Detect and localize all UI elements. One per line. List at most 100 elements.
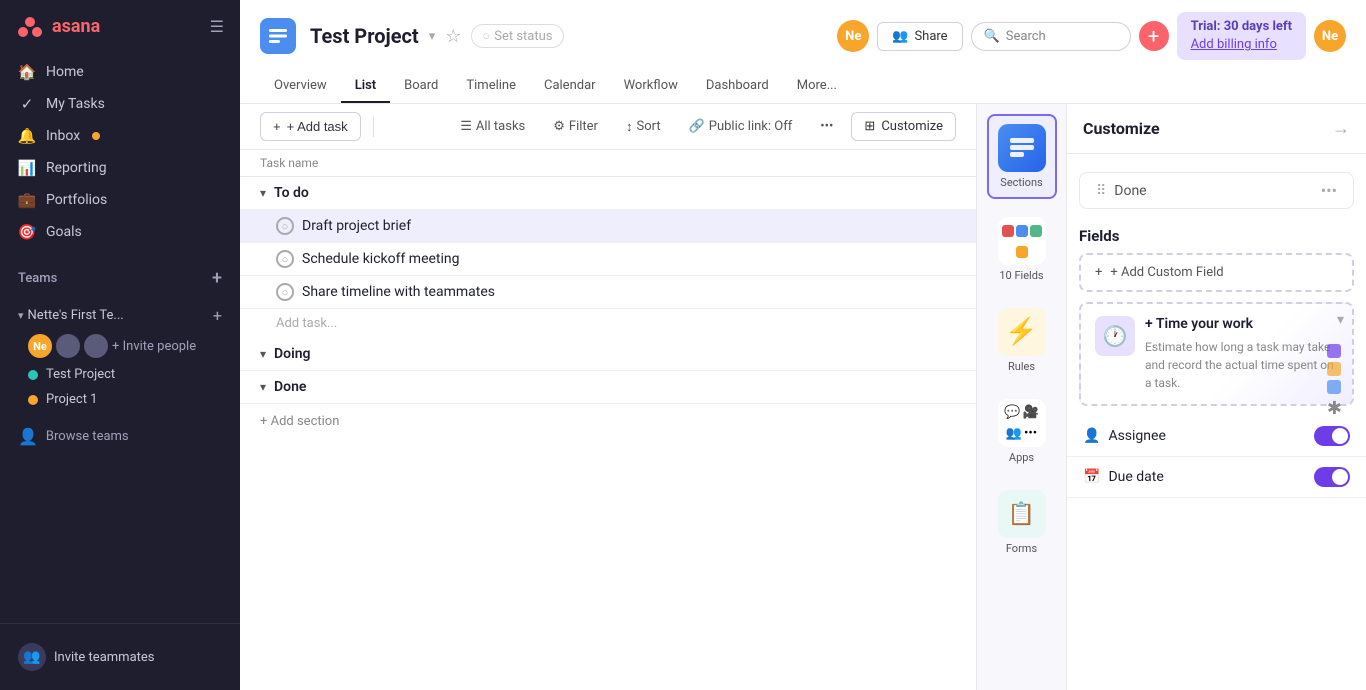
table-row[interactable]: ○ Draft project brief [240,210,976,243]
invite-avatar: 👥 [18,643,46,671]
trial-title: Trial: 30 days left [1191,18,1292,36]
user-avatar-right[interactable]: Ne [1314,20,1346,52]
sidebar-bottom: 👥 Invite teammates [0,623,240,690]
tab-board[interactable]: Board [390,70,452,103]
set-status-button[interactable]: ○ Set status [471,24,563,48]
table-row[interactable]: ○ Share timeline with teammates [240,276,976,309]
plus-icon: + [1095,265,1102,280]
chevron-button[interactable]: ▾ [1337,312,1344,328]
all-tasks-button[interactable]: ☰ All tasks [450,114,535,139]
customize-label: Customize [881,119,943,134]
more-options-button[interactable]: ••• [810,114,843,139]
invite-teammates-button[interactable]: 👥 Invite teammates [8,636,232,678]
tab-timeline[interactable]: Timeline [452,70,530,103]
panel-card-fields[interactable]: 10 Fields [987,209,1057,290]
task-check[interactable]: ○ [276,283,294,301]
search-label: Search [1006,29,1046,44]
section-doing[interactable]: ▾ Doing [240,338,976,371]
project-dot [28,395,38,405]
user-avatar[interactable]: Ne [837,20,869,52]
menu-icon[interactable]: ☰ [210,17,224,36]
section-done[interactable]: ▾ Done [240,371,976,404]
customize-icon: ⊞ [864,119,875,134]
section-name: Done [274,379,306,395]
collapse-icon: ▾ [18,309,24,322]
done-row-options[interactable]: ••• [1321,181,1337,200]
team-add-button[interactable]: + [213,306,222,325]
task-list: + + Add task ☰ All tasks ⚙ Filter ↕ [240,104,976,690]
add-task-button[interactable]: + + Add task [260,112,361,141]
panel-card-rules[interactable]: ⚡ Rules [987,300,1057,381]
sidebar-item-reporting[interactable]: 📊 Reporting [8,152,232,184]
promo-desc: Estimate how long a task may take and re… [1145,338,1338,392]
customize-body: ⠿ Done ••• Fields + + Add Custom Field ▾ [1067,154,1366,690]
sidebar-item-inbox[interactable]: 🔔 Inbox [8,120,232,152]
add-custom-field-button[interactable]: + + Add Custom Field [1079,253,1354,292]
customize-button[interactable]: ⊞ Customize [851,112,956,141]
due-date-toggle[interactable] [1314,467,1350,487]
clock-icon: 🕐 [1103,324,1128,348]
add-team-button[interactable]: + [212,268,222,289]
project-title: Test Project [310,24,419,48]
apps-icon: 💬 🎥 👥 ••• [998,399,1046,447]
logo[interactable]: asana [16,12,100,40]
sidebar-item-project-1[interactable]: Project 1 [8,387,232,412]
add-section-button[interactable]: + Add section [240,404,976,439]
check-icon: ✓ [18,95,36,113]
invite-teammates-label: Invite teammates [54,650,155,665]
rules-icon: ⚡ [998,308,1046,356]
invite-people-link[interactable]: + Invite people [112,339,196,354]
panel-card-sections[interactable]: Sections [987,114,1057,199]
add-task-label: + Add task [287,119,348,134]
filter-button[interactable]: ⚙ Filter [543,114,608,139]
add-task-inline[interactable]: Add task... [240,309,976,338]
add-billing-link[interactable]: Add billing info [1191,36,1292,54]
task-toolbar: + + Add task ☰ All tasks ⚙ Filter ↕ [240,104,976,150]
fields-title: Fields [1079,227,1354,245]
task-check[interactable]: ○ [276,217,294,235]
tab-calendar[interactable]: Calendar [530,70,610,103]
search-box[interactable]: 🔍 Search [971,22,1131,51]
public-link-button[interactable]: 🔗 Public link: Off [679,114,803,139]
assignee-toggle[interactable] [1314,426,1350,446]
team-header[interactable]: ▾ Nette's First Te... + [8,301,232,330]
tab-more[interactable]: More... [783,70,851,103]
panel-card-apps[interactable]: 💬 🎥 👥 ••• Apps [987,391,1057,472]
due-date-label: Due date [1108,469,1163,485]
sidebar-item-home[interactable]: 🏠 Home [8,56,232,88]
table-row[interactable]: ○ Schedule kickoff meeting [240,243,976,276]
plus-icon: + [273,119,281,134]
close-button[interactable]: → [1332,118,1350,139]
star-icon[interactable]: ☆ [445,26,461,47]
dropdown-icon[interactable]: ▾ [429,29,436,44]
header-actions: Ne 👥 Share 🔍 Search + Trial: 30 days lef… [837,12,1346,60]
browse-teams-button[interactable]: 👤 Browse teams [8,420,232,453]
sidebar: asana ☰ 🏠 Home ✓ My Tasks 🔔 Inbox 📊 Repo… [0,0,240,690]
avatar: Ne [28,334,52,358]
tab-overview[interactable]: Overview [260,70,341,103]
promo-header: + Time your work [1145,316,1338,332]
section-to-do[interactable]: ▾ To do [240,177,976,210]
customize-title: Customize [1083,119,1160,138]
tab-workflow[interactable]: Workflow [610,70,692,103]
share-button[interactable]: 👥 Share [877,22,962,51]
tab-list[interactable]: List [341,70,390,103]
set-status-label: Set status [494,29,552,44]
logo-text: asana [52,16,100,37]
sidebar-item-portfolios[interactable]: 💼 Portfolios [8,184,232,216]
sidebar-item-test-project[interactable]: Test Project [8,362,232,387]
invite-people-label: + Invite people [112,339,196,354]
share-label: Share [914,29,947,44]
teams-label: Teams [18,271,57,286]
time-your-work-promo: ▾ 🕐 + Time your work Estimate how long a… [1079,302,1354,406]
panel-card-forms[interactable]: 📋 Forms [987,482,1057,563]
sidebar-item-my-tasks[interactable]: ✓ My Tasks [8,88,232,120]
task-name-header: Task name [260,156,318,170]
nav-tabs: Overview List Board Timeline Calendar Wo… [260,70,1346,103]
tab-dashboard[interactable]: Dashboard [692,70,783,103]
add-button[interactable]: + [1139,21,1169,51]
sidebar-item-goals[interactable]: 🎯 Goals [8,216,232,248]
all-tasks-icon: ☰ [460,119,472,134]
task-check[interactable]: ○ [276,250,294,268]
sort-button[interactable]: ↕ Sort [616,114,671,140]
